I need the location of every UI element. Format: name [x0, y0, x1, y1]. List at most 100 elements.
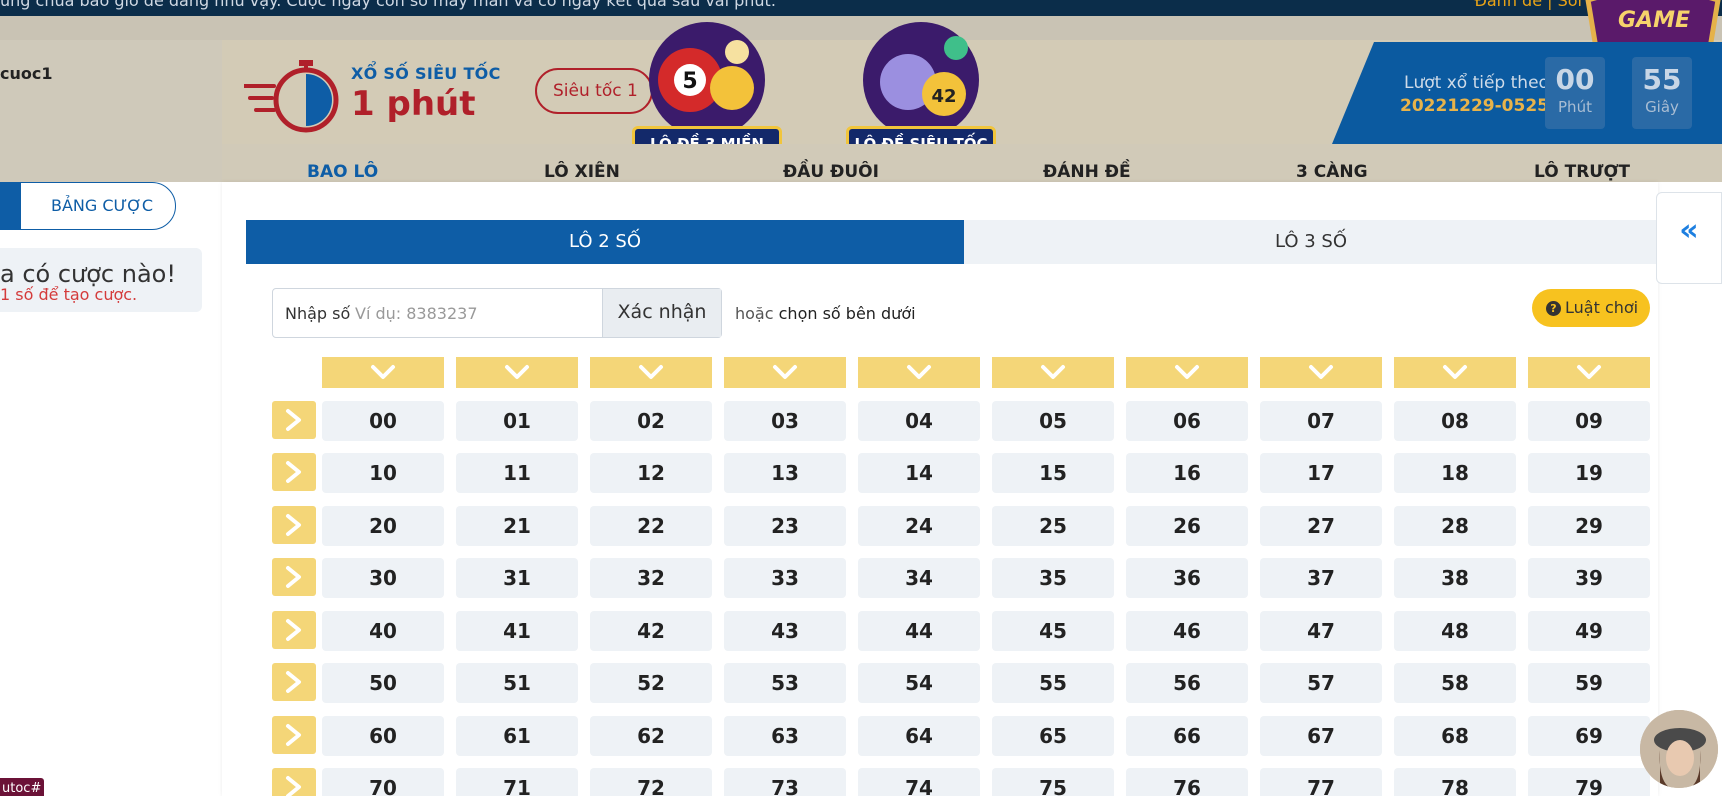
number-cell[interactable]: 60: [322, 716, 444, 756]
number-cell[interactable]: 16: [1126, 453, 1248, 493]
number-cell[interactable]: 54: [858, 663, 980, 703]
number-cell[interactable]: 59: [1528, 663, 1650, 703]
select-column-button[interactable]: [1260, 357, 1382, 388]
promo-lode-3-mien[interactable]: 5 LÔ ĐỀ 3 MIỀN: [632, 18, 782, 160]
collapse-panel-button[interactable]: «: [1656, 192, 1722, 284]
number-cell[interactable]: 56: [1126, 663, 1248, 703]
bet-board-tab[interactable]: BẢNG CƯỢC: [0, 182, 176, 230]
number-cell[interactable]: 62: [590, 716, 712, 756]
number-cell[interactable]: 36: [1126, 558, 1248, 598]
number-cell[interactable]: 77: [1260, 768, 1382, 796]
number-input[interactable]: [355, 296, 595, 330]
select-row-button[interactable]: [272, 506, 316, 544]
subtab-lo-2-so[interactable]: LÔ 2 SỐ: [246, 220, 964, 264]
number-cell[interactable]: 68: [1394, 716, 1516, 756]
number-cell[interactable]: 29: [1528, 506, 1650, 546]
number-cell[interactable]: 48: [1394, 611, 1516, 651]
number-cell[interactable]: 11: [456, 453, 578, 493]
number-cell[interactable]: 61: [456, 716, 578, 756]
number-cell[interactable]: 08: [1394, 401, 1516, 441]
number-cell[interactable]: 14: [858, 453, 980, 493]
select-column-button[interactable]: [322, 357, 444, 388]
support-avatar[interactable]: [1640, 710, 1718, 788]
number-cell[interactable]: 06: [1126, 401, 1248, 441]
number-cell[interactable]: 00: [322, 401, 444, 441]
number-cell[interactable]: 26: [1126, 506, 1248, 546]
number-cell[interactable]: 10: [322, 453, 444, 493]
select-row-button[interactable]: [272, 716, 316, 754]
number-cell[interactable]: 31: [456, 558, 578, 598]
number-cell[interactable]: 79: [1528, 768, 1650, 796]
number-cell[interactable]: 47: [1260, 611, 1382, 651]
number-cell[interactable]: 55: [992, 663, 1114, 703]
number-cell[interactable]: 71: [456, 768, 578, 796]
marquee-links[interactable]: Đánh đề | Soi: [1474, 0, 1582, 10]
select-row-button[interactable]: [272, 401, 316, 439]
number-cell[interactable]: 57: [1260, 663, 1382, 703]
number-cell[interactable]: 63: [724, 716, 846, 756]
number-cell[interactable]: 17: [1260, 453, 1382, 493]
number-cell[interactable]: 53: [724, 663, 846, 703]
number-cell[interactable]: 70: [322, 768, 444, 796]
number-cell[interactable]: 25: [992, 506, 1114, 546]
bottom-tag[interactable]: utoc#: [0, 778, 44, 796]
tab-lo-xien[interactable]: LÔ XIÊN: [544, 162, 620, 182]
number-cell[interactable]: 23: [724, 506, 846, 546]
select-column-button[interactable]: [858, 357, 980, 388]
tab-3-cang[interactable]: 3 CÀNG: [1296, 162, 1368, 182]
number-cell[interactable]: 69: [1528, 716, 1650, 756]
number-cell[interactable]: 44: [858, 611, 980, 651]
number-cell[interactable]: 76: [1126, 768, 1248, 796]
number-cell[interactable]: 67: [1260, 716, 1382, 756]
number-cell[interactable]: 28: [1394, 506, 1516, 546]
number-cell[interactable]: 41: [456, 611, 578, 651]
number-cell[interactable]: 64: [858, 716, 980, 756]
number-cell[interactable]: 45: [992, 611, 1114, 651]
promo-lode-sieu-toc[interactable]: 42 LÔ ĐỀ SIÊU TỐC: [846, 18, 996, 160]
number-cell[interactable]: 12: [590, 453, 712, 493]
number-cell[interactable]: 66: [1126, 716, 1248, 756]
number-cell[interactable]: 73: [724, 768, 846, 796]
number-cell[interactable]: 42: [590, 611, 712, 651]
select-row-button[interactable]: [272, 663, 316, 701]
select-column-button[interactable]: [590, 357, 712, 388]
select-column-button[interactable]: [1394, 357, 1516, 388]
number-cell[interactable]: 35: [992, 558, 1114, 598]
select-column-button[interactable]: [992, 357, 1114, 388]
select-column-button[interactable]: [1528, 357, 1650, 388]
number-cell[interactable]: 20: [322, 506, 444, 546]
select-row-button[interactable]: [272, 558, 316, 596]
number-cell[interactable]: 74: [858, 768, 980, 796]
number-cell[interactable]: 19: [1528, 453, 1650, 493]
number-cell[interactable]: 49: [1528, 611, 1650, 651]
number-cell[interactable]: 58: [1394, 663, 1516, 703]
subtab-lo-3-so[interactable]: LÔ 3 SỐ: [964, 220, 1658, 264]
tab-dau-duoi[interactable]: ĐẦU ĐUÔI: [783, 162, 879, 182]
number-cell[interactable]: 38: [1394, 558, 1516, 598]
tab-danh-de[interactable]: ĐÁNH ĐỀ: [1043, 162, 1131, 182]
tab-bao-lo[interactable]: BAO LÔ: [307, 162, 378, 182]
number-cell[interactable]: 18: [1394, 453, 1516, 493]
number-cell[interactable]: 30: [322, 558, 444, 598]
number-cell[interactable]: 52: [590, 663, 712, 703]
number-cell[interactable]: 13: [724, 453, 846, 493]
number-cell[interactable]: 21: [456, 506, 578, 546]
select-row-button[interactable]: [272, 611, 316, 649]
number-cell[interactable]: 09: [1528, 401, 1650, 441]
number-cell[interactable]: 43: [724, 611, 846, 651]
number-cell[interactable]: 04: [858, 401, 980, 441]
number-cell[interactable]: 27: [1260, 506, 1382, 546]
number-cell[interactable]: 78: [1394, 768, 1516, 796]
bet-slip-tab[interactable]: [1, 182, 21, 230]
number-cell[interactable]: 46: [1126, 611, 1248, 651]
rules-button[interactable]: ? Luật chơi: [1532, 289, 1650, 327]
number-cell[interactable]: 65: [992, 716, 1114, 756]
number-cell[interactable]: 22: [590, 506, 712, 546]
number-cell[interactable]: 33: [724, 558, 846, 598]
number-cell[interactable]: 72: [590, 768, 712, 796]
select-row-button[interactable]: [272, 768, 316, 796]
number-cell[interactable]: 39: [1528, 558, 1650, 598]
select-row-button[interactable]: [272, 453, 316, 491]
number-cell[interactable]: 37: [1260, 558, 1382, 598]
number-cell[interactable]: 01: [456, 401, 578, 441]
